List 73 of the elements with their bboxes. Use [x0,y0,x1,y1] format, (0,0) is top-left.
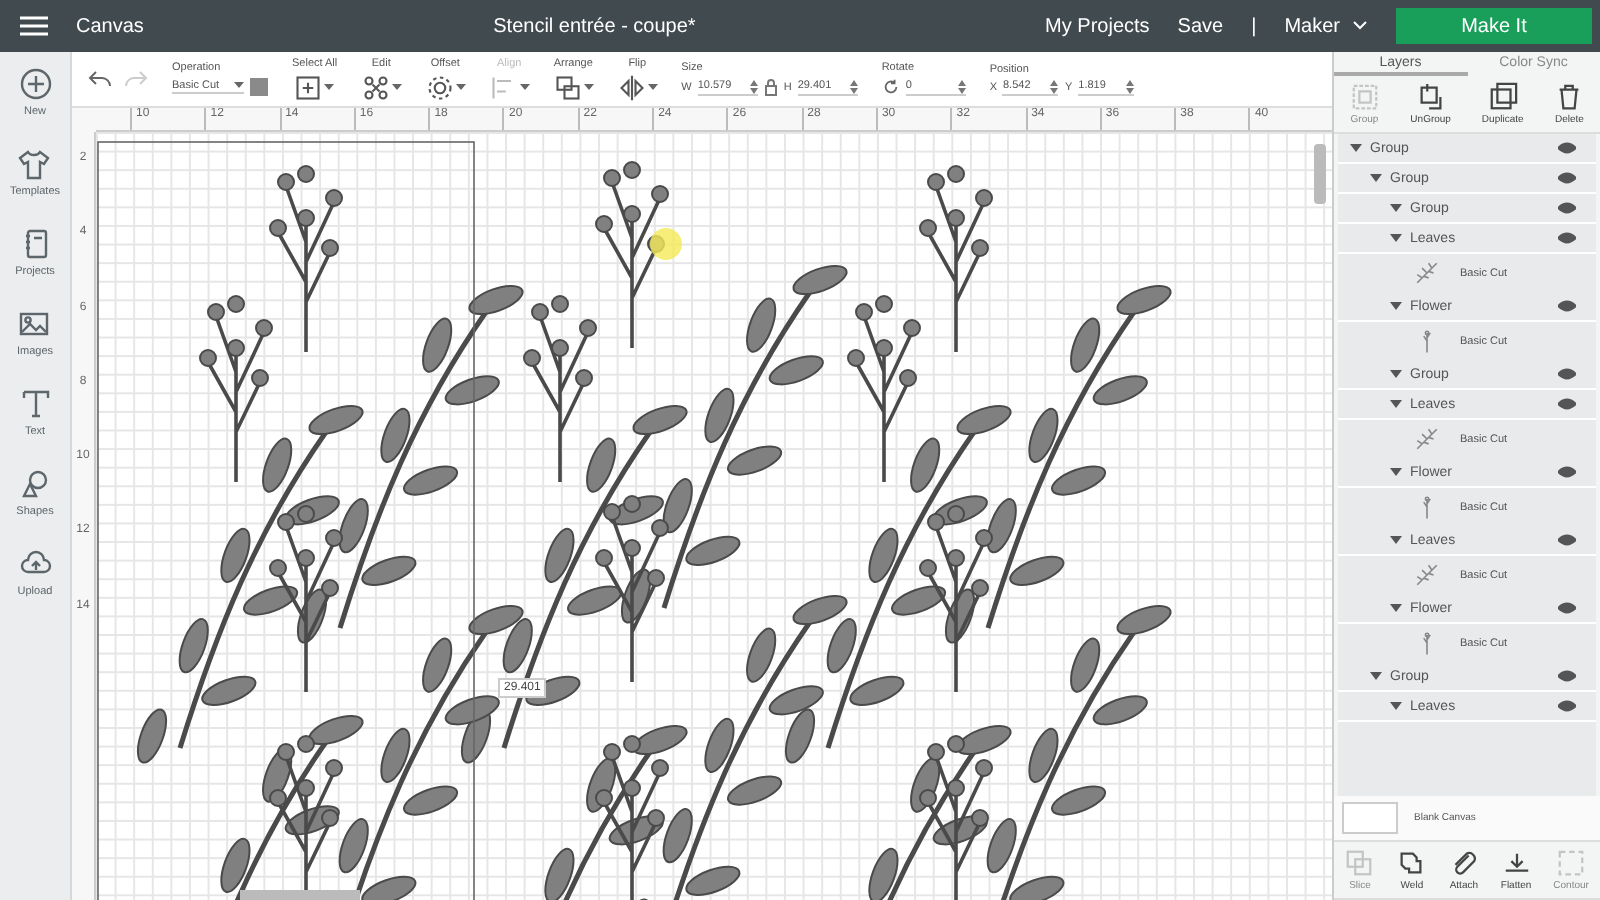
machine-selector[interactable]: Maker [1284,15,1368,37]
expanded-triangle-icon[interactable] [1390,466,1402,478]
slice-icon [1344,848,1375,878]
expanded-triangle-icon[interactable] [1390,700,1402,712]
eye-icon[interactable] [1558,142,1576,154]
expanded-triangle-icon[interactable] [1350,142,1362,154]
expanded-triangle-icon[interactable] [1390,202,1402,214]
top-link[interactable]: Save [1177,15,1224,37]
leaves-thumbnail [1414,426,1440,452]
leaves-thumbnail [1414,562,1440,588]
shapes-icon [19,468,51,500]
lock-icon[interactable] [763,78,778,96]
spinner-arrows-icon[interactable] [1050,79,1059,93]
expanded-triangle-icon[interactable] [1390,232,1402,244]
leaves-thumbnail [1414,260,1440,286]
eye-icon[interactable] [1558,398,1576,410]
caret-icon [455,83,466,91]
app-section-title: Canvas [76,15,144,37]
expanded-triangle-icon[interactable] [1370,172,1382,184]
chevron-icon [1351,20,1368,32]
spinner-arrows-icon[interactable] [849,79,858,93]
expanded-triangle-icon[interactable] [1390,534,1402,546]
scissors-icon [361,73,390,101]
spinner-arrows-icon[interactable] [749,79,758,93]
flatten-icon [1501,848,1532,878]
flip-icon [617,73,646,101]
caret-icon [647,83,658,91]
caret-icon [519,83,530,91]
plus-circle-icon [19,68,51,100]
expanded-triangle-icon[interactable] [1390,300,1402,312]
spinner-arrows-icon[interactable] [1126,79,1135,93]
duplicate-icon [1487,82,1518,112]
menu-icon[interactable] [20,16,48,36]
eye-icon[interactable] [1558,172,1576,184]
top-link[interactable]: My Projects [1045,15,1150,37]
eye-icon[interactable] [1558,466,1576,478]
scrollbar[interactable] [240,890,360,900]
contour-icon [1556,848,1587,878]
picture-icon [18,308,51,340]
expanded-triangle-icon[interactable] [1390,368,1402,380]
project-title: Stencil entrée - coupe* [491,15,698,37]
canvas-color-swatch[interactable] [1342,802,1398,834]
caret-icon [234,82,244,90]
t-shirt-icon [18,148,51,180]
eye-icon[interactable] [1558,368,1576,380]
eye-icon[interactable] [1558,534,1576,546]
select-all-icon [294,73,323,101]
caret-icon [324,83,335,91]
offset-icon [425,73,454,101]
letter-t-icon [19,388,51,420]
eye-icon[interactable] [1558,700,1576,712]
rotate-icon [881,78,900,96]
eye-icon[interactable] [1558,670,1576,682]
make-it-button[interactable]: Make It [1395,8,1592,44]
group-icon [1349,82,1380,112]
ungroup-icon [1415,82,1446,112]
scrollbar[interactable] [1314,144,1326,204]
cursor-highlight [650,228,682,260]
eye-icon[interactable] [1558,202,1576,214]
eye-icon[interactable] [1558,232,1576,244]
expanded-triangle-icon[interactable] [1390,602,1402,614]
color-swatch[interactable] [250,78,268,96]
undo-icon[interactable] [88,69,112,89]
caret-icon [583,83,594,91]
arrange-icon [553,73,582,101]
spinner-arrows-icon[interactable] [957,79,966,93]
separator-text: | [1251,15,1257,37]
eye-icon[interactable] [1558,602,1576,614]
expanded-triangle-icon[interactable] [1370,670,1382,682]
weld-icon [1396,848,1427,878]
caret-icon [391,83,402,91]
expanded-triangle-icon[interactable] [1390,398,1402,410]
eye-icon[interactable] [1558,300,1576,312]
